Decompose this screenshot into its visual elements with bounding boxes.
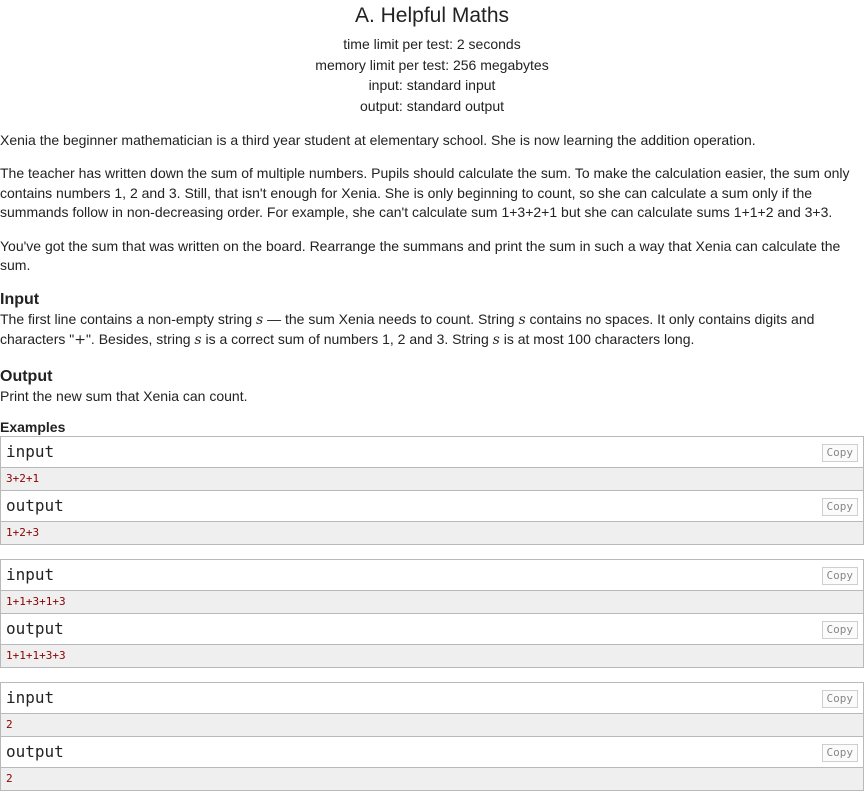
example-input-value: 3+2+1 xyxy=(1,468,863,492)
example-input-header: input Copy xyxy=(1,560,863,592)
problem-limits: time limit per test: 2 seconds memory li… xyxy=(0,34,864,117)
input-label: input xyxy=(6,442,55,462)
time-limit: time limit per test: 2 seconds xyxy=(343,36,521,52)
statement-paragraph-1: Xenia the beginner mathematician is a th… xyxy=(0,131,756,148)
copy-input-button[interactable]: Copy xyxy=(821,690,858,709)
plus-symbol: + xyxy=(74,332,86,349)
output-specification: Output Print the new sum that Xenia can … xyxy=(0,367,864,407)
examples-list: input Copy 3+2+1 output Copy 1+2+3 input… xyxy=(0,436,864,792)
input-specification: Input The first line contains a non-empt… xyxy=(0,290,864,351)
example-output-header: output Copy xyxy=(1,491,863,523)
output-section-title: Output xyxy=(0,367,53,385)
copy-output-button[interactable]: Copy xyxy=(821,621,858,640)
input-label: input xyxy=(6,565,55,585)
example-input-header: input Copy xyxy=(1,683,863,715)
input-section-title: Input xyxy=(0,290,40,308)
variable-s: s xyxy=(518,311,526,328)
example-block: input Copy 2 output Copy 2 xyxy=(0,682,864,792)
problem-title: A. Helpful Maths xyxy=(354,4,510,27)
statement-paragraph-2: The teacher has written down the sum of … xyxy=(0,165,850,221)
copy-output-button[interactable]: Copy xyxy=(821,498,858,517)
example-output-value: 1+1+1+3+3 xyxy=(1,645,863,668)
example-input-value: 1+1+3+1+3 xyxy=(1,591,863,615)
example-block: input Copy 1+1+3+1+3 output Copy 1+1+1+3… xyxy=(0,559,864,669)
copy-output-button[interactable]: Copy xyxy=(821,744,858,763)
problem-statement: Xenia the beginner mathematician is a th… xyxy=(0,131,864,276)
example-block: input Copy 3+2+1 output Copy 1+2+3 xyxy=(0,436,864,546)
input-type: input: standard input xyxy=(368,77,496,94)
variable-s: s xyxy=(194,332,202,349)
output-label: output xyxy=(6,619,64,639)
output-type: output: standard output xyxy=(360,98,504,115)
examples-title: Examples xyxy=(0,419,66,436)
copy-input-button[interactable]: Copy xyxy=(821,444,858,463)
output-label: output xyxy=(6,742,64,762)
example-output-value: 1+2+3 xyxy=(1,522,863,545)
output-label: output xyxy=(6,496,64,516)
example-input-header: input Copy xyxy=(1,437,863,469)
input-section-text: The first line contains a non-empty stri… xyxy=(0,310,815,349)
output-section-text: Print the new sum that Xenia can count. xyxy=(0,387,248,404)
input-label: input xyxy=(6,688,55,708)
example-output-header: output Copy xyxy=(1,737,863,769)
variable-s: s xyxy=(492,332,500,349)
problem-header: A. Helpful Maths time limit per test: 2 … xyxy=(0,2,864,117)
example-output-header: output Copy xyxy=(1,614,863,646)
example-input-value: 2 xyxy=(1,714,863,738)
statement-paragraph-3: You've got the sum that was written on t… xyxy=(0,237,841,274)
copy-input-button[interactable]: Copy xyxy=(821,567,858,586)
memory-limit: memory limit per test: 256 megabytes xyxy=(315,56,549,73)
example-output-value: 2 xyxy=(1,768,863,791)
